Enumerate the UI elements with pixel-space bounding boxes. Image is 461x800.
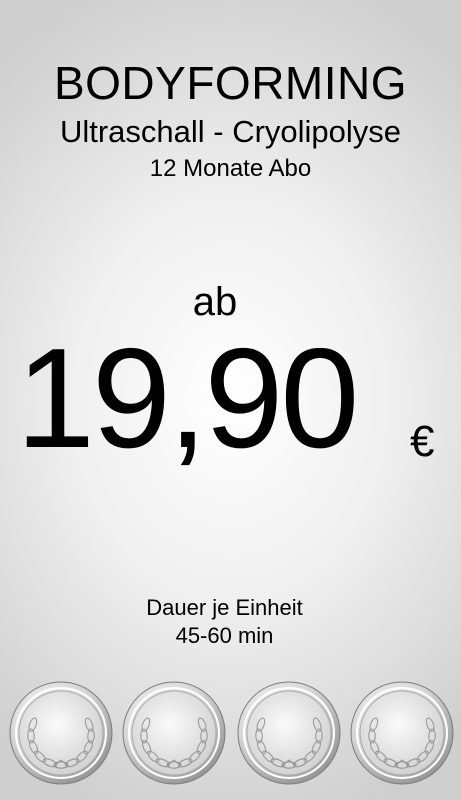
duration-label: Dauer je Einheit <box>146 595 303 620</box>
offer-title: BODYFORMING <box>53 57 408 109</box>
price-currency: € <box>410 417 435 466</box>
price-amount: 19,90 <box>16 319 359 478</box>
laurel-wreath-icon <box>349 680 455 786</box>
laurel-wreath-icon <box>236 680 342 786</box>
duration-value: 45-60 min <box>175 623 274 648</box>
subscription-term: 12 Monate Abo <box>149 155 312 182</box>
price-prefix: ab <box>192 280 238 324</box>
laurel-wreath-icon <box>8 680 114 786</box>
offer-subtitle: Ultraschall - Cryolipolyse <box>59 114 402 149</box>
laurel-wreath-icon <box>121 680 227 786</box>
medal-row <box>0 680 461 790</box>
